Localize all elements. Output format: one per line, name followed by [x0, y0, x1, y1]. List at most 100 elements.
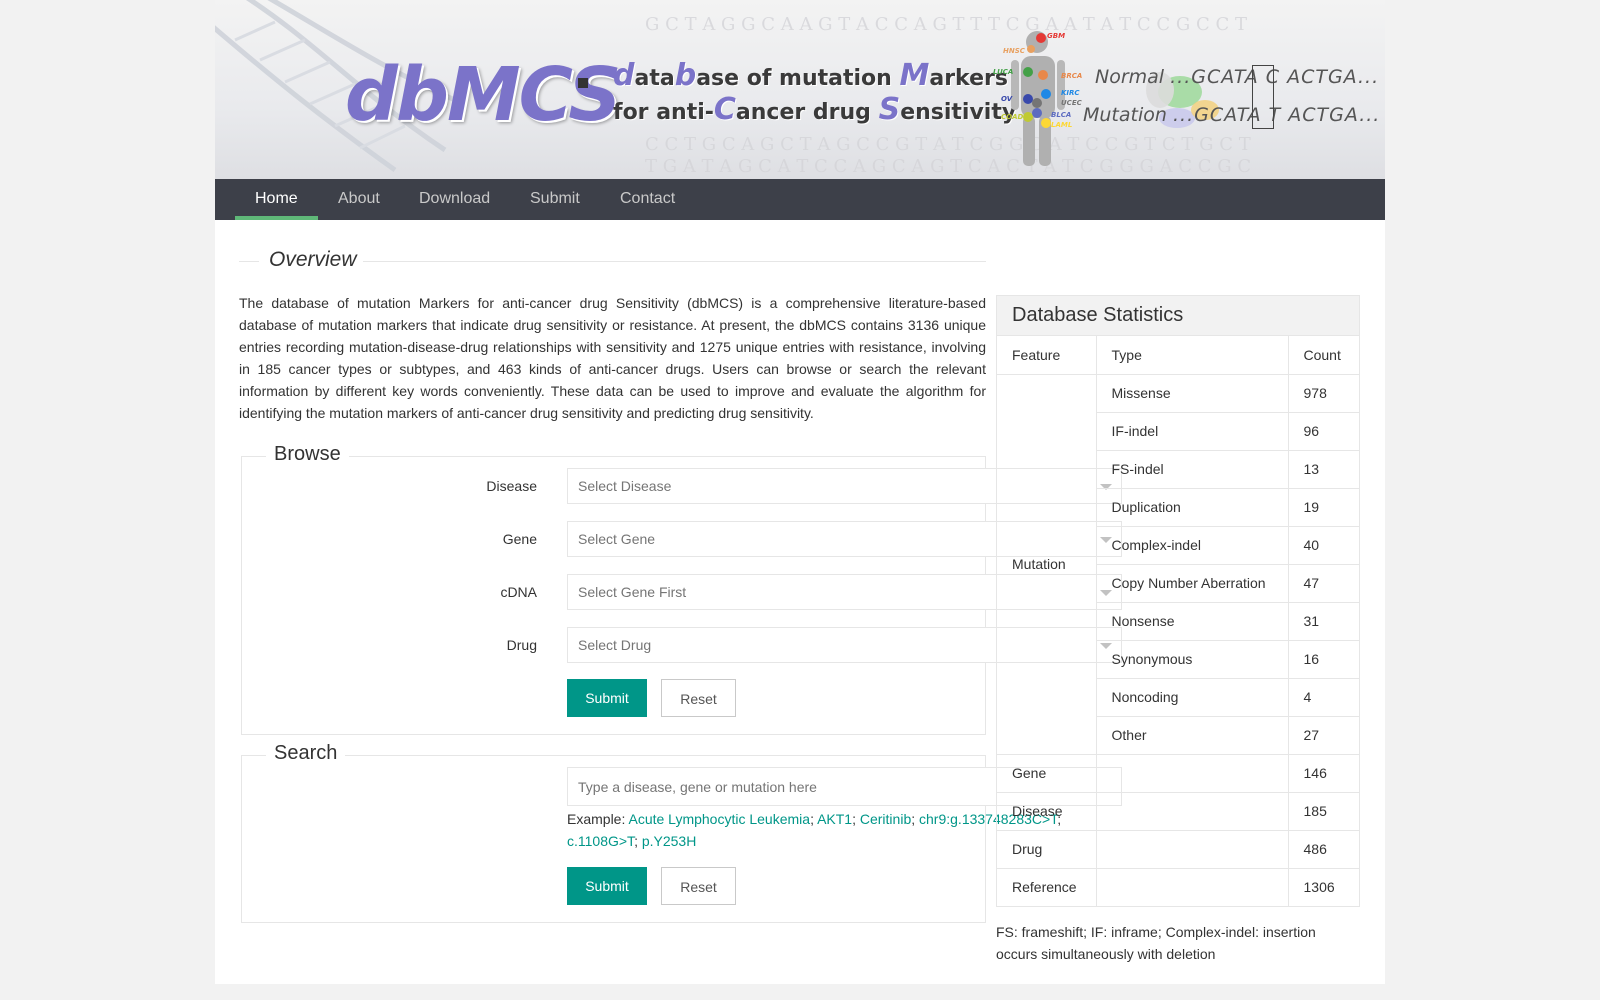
count-cell: 4 — [1287, 677, 1359, 717]
feature-cell: Drug — [997, 829, 1097, 869]
nav-home[interactable]: Home — [235, 179, 318, 220]
header-count: Count — [1287, 336, 1359, 375]
table-row: Reference 1306 — [997, 867, 1359, 906]
example-link-cdna[interactable]: c.1108G>T — [567, 833, 634, 849]
label-ov: OV — [1001, 95, 1013, 103]
example-link-disease[interactable]: Acute Lymphocytic Leukemia — [628, 811, 810, 827]
logo-separator — [578, 78, 588, 88]
search-reset-button[interactable]: Reset — [661, 867, 736, 905]
count-cell: 47 — [1287, 563, 1359, 603]
label-blca: BLCA — [1051, 111, 1071, 119]
normal-seq-text: ...GCATA C ACTGA... — [1170, 66, 1380, 88]
label-coad: COAD — [1001, 113, 1024, 121]
mutation-sequence: Mutation ...GCATA T ACTGA... — [1083, 104, 1380, 126]
example-link-protein[interactable]: p.Y253H — [642, 833, 696, 849]
tagline-line-1: database of mutation Markers — [613, 58, 1008, 93]
normal-label: Normal — [1095, 66, 1165, 88]
label-luca: LUCA — [993, 68, 1013, 76]
tagline-text: ase of mutation — [696, 66, 900, 91]
count-cell: 27 — [1287, 715, 1359, 755]
type-cell-empty — [1095, 753, 1289, 793]
count-cell: 13 — [1287, 449, 1359, 489]
label-ucec: UCEC — [1061, 99, 1083, 107]
drug-label: Drug — [506, 637, 537, 653]
browse-submit-button[interactable]: Submit — [567, 679, 647, 717]
example-label: Example: — [567, 811, 626, 827]
nav-submit[interactable]: Submit — [510, 179, 600, 220]
table-row: Disease 185 — [997, 791, 1359, 831]
tagline-text: ancer drug — [735, 100, 879, 125]
header-type: Type — [1095, 336, 1289, 375]
nav-download[interactable]: Download — [399, 179, 510, 220]
type-cell-empty — [1095, 867, 1289, 906]
type-cell: Duplication — [1096, 487, 1289, 527]
tagline-capital: b — [674, 58, 697, 93]
svg-text:G C T A G G C A A G T A C C A: G C T A G G C A A G T A C C A G T T T C … — [645, 14, 1247, 35]
nav-contact[interactable]: Contact — [600, 179, 695, 220]
table-row: Gene 146 — [997, 753, 1359, 793]
type-cell: Synonymous — [1096, 639, 1289, 679]
header-banner: G C T A G G C A A G T A C C A G T T T C … — [215, 0, 1385, 179]
count-cell: 16 — [1287, 639, 1359, 679]
site-logo[interactable]: dbMCS — [345, 52, 622, 138]
count-cell: 486 — [1287, 829, 1359, 869]
mutation-label: Mutation — [1083, 104, 1167, 126]
label-laml: LAML — [1051, 121, 1072, 129]
mutation-highlight-box — [1252, 65, 1274, 129]
cdna-label: cDNA — [500, 584, 537, 600]
browse-reset-button[interactable]: Reset — [661, 679, 736, 717]
cdna-select-value: Select Gene First — [578, 584, 687, 600]
search-submit-button[interactable]: Submit — [567, 867, 647, 905]
stats-footnote: FS: frameshift; IF: inframe; Complex-ind… — [996, 924, 1316, 962]
stats-table: Feature Type Count Mutation Missense 978… — [997, 336, 1359, 906]
tagline-capital: S — [878, 92, 901, 127]
overview-rule-left — [239, 261, 259, 262]
disease-select-value: Select Disease — [578, 478, 672, 494]
overview-rule-right — [363, 261, 986, 262]
type-cell: IF-indel — [1096, 411, 1289, 451]
type-cell: Noncoding — [1096, 677, 1289, 717]
label-brca: BRCA — [1061, 72, 1082, 80]
label-gbm: GBM — [1047, 32, 1065, 40]
feature-cell: Gene — [997, 753, 1097, 793]
database-statistics-panel: Database Statistics Feature Type Count M… — [996, 295, 1360, 907]
count-cell: 19 — [1287, 487, 1359, 527]
table-header-row: Feature Type Count — [997, 336, 1359, 375]
count-cell: 146 — [1287, 753, 1359, 793]
gene-select-value: Select Gene — [578, 531, 656, 547]
type-cell: FS-indel — [1096, 449, 1289, 489]
feature-cell: Reference — [997, 867, 1097, 906]
count-cell: 96 — [1287, 411, 1359, 451]
search-examples: Example: Acute Lymphocytic Leukemia; AKT… — [567, 811, 1062, 849]
table-row: Mutation Missense 978 — [997, 373, 1359, 755]
overview-title: Overview — [269, 248, 357, 271]
normal-sequence: Normal ...GCATA C ACTGA... — [1095, 66, 1379, 88]
type-cell: Missense — [1095, 373, 1289, 413]
main-nav: Home About Download Submit Contact — [215, 179, 1385, 220]
stats-title: Database Statistics — [997, 296, 1359, 336]
count-cell: 1306 — [1287, 867, 1359, 906]
label-hnsc: HNSC — [1003, 47, 1026, 55]
table-row: Drug 486 — [997, 829, 1359, 869]
gene-label: Gene — [502, 531, 537, 547]
example-link-gene[interactable]: AKT1 — [817, 811, 852, 827]
tagline-text: for anti- — [613, 100, 714, 125]
example-link-drug[interactable]: Ceritinib — [860, 811, 911, 827]
overview-text: The database of mutation Markers for ant… — [239, 295, 986, 421]
browse-title: Browse — [266, 443, 349, 466]
type-cell-empty — [1095, 829, 1289, 869]
type-cell: Nonsense — [1096, 601, 1289, 641]
feature-cell: Disease — [997, 791, 1097, 831]
type-cell: Complex-indel — [1096, 525, 1289, 565]
header-feature: Feature — [997, 336, 1097, 375]
tagline-capital: C — [713, 92, 736, 127]
nav-about[interactable]: About — [318, 179, 400, 220]
cancer-body-figure-icon: GBM HNSC BRCA LUCA OV KIRC UCEC COAD BLC… — [993, 31, 1083, 166]
type-cell: Copy Number Aberration — [1096, 563, 1289, 603]
drug-select-value: Select Drug — [578, 637, 652, 653]
page-container: G C T A G G C A A G T A C C A G T T T C … — [215, 0, 1385, 984]
feature-mutation: Mutation — [997, 373, 1097, 755]
disease-label: Disease — [486, 478, 537, 494]
count-cell: 185 — [1287, 791, 1359, 831]
count-cell: 978 — [1287, 373, 1359, 413]
